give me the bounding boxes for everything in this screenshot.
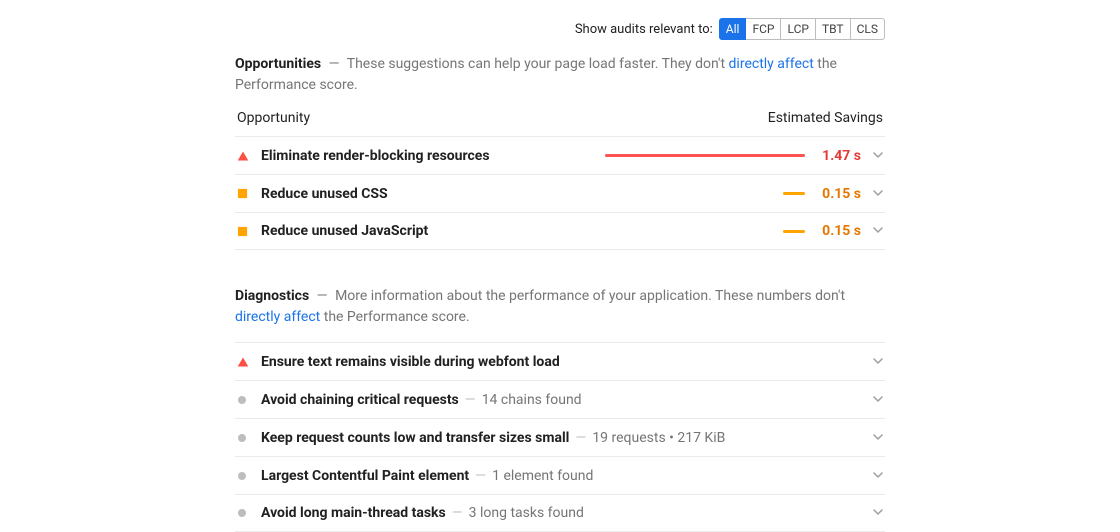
audit-filter-row: Show audits relevant to: All FCP LCP TBT… — [235, 18, 885, 40]
square-orange-icon — [237, 226, 261, 237]
filter-pill-lcp[interactable]: LCP — [781, 18, 815, 40]
circle-grey-icon — [237, 508, 261, 518]
diagnostic-row[interactable]: Avoid long main-thread tasks — 3 long ta… — [235, 494, 885, 532]
triangle-red-icon — [237, 356, 261, 368]
dash: — — [329, 56, 340, 72]
opportunities-header: Opportunities — These suggestions can he… — [235, 54, 885, 96]
chevron-down-icon[interactable] — [863, 392, 883, 408]
col-opportunity: Opportunity — [237, 110, 310, 126]
savings-value: 0.15 s — [813, 223, 861, 239]
diagnostic-row[interactable]: Ensure text remains visible during webfo… — [235, 342, 885, 380]
filter-pills: All FCP LCP TBT CLS — [719, 18, 885, 40]
diagnostic-detail: 1 element found — [492, 468, 593, 484]
opportunity-title: Reduce unused CSS — [261, 186, 388, 202]
opportunities-desc-pre: These suggestions can help your page loa… — [347, 56, 729, 72]
opportunity-row[interactable]: Eliminate render-blocking resources 1.47… — [235, 136, 885, 174]
chevron-down-icon[interactable] — [863, 186, 883, 202]
chevron-down-icon[interactable] — [863, 430, 883, 446]
diagnostic-row[interactable]: Avoid chaining critical requests — 14 ch… — [235, 380, 885, 418]
opportunity-row[interactable]: Reduce unused CSS 0.15 s — [235, 174, 885, 212]
diagnostic-title: Avoid long main-thread tasks — [261, 505, 446, 521]
diagnostic-title: Keep request counts low and transfer siz… — [261, 430, 569, 446]
savings-bar — [605, 192, 805, 195]
diagnostic-title: Avoid chaining critical requests — [261, 392, 459, 408]
savings-value: 1.47 s — [813, 148, 861, 164]
diagnostics-desc-pre: More information about the performance o… — [335, 288, 845, 304]
filter-pill-fcp[interactable]: FCP — [746, 18, 781, 40]
savings-bar — [605, 230, 805, 233]
diagnostics-desc-link[interactable]: directly affect — [235, 309, 320, 325]
opportunities-desc-link[interactable]: directly affect — [729, 56, 814, 72]
diagnostics-header: Diagnostics — More information about the… — [235, 286, 885, 328]
chevron-down-icon[interactable] — [863, 223, 883, 239]
diagnostics-desc-post: the Performance score. — [320, 309, 469, 325]
opportunities-title: Opportunities — [235, 56, 321, 72]
col-savings: Estimated Savings — [768, 110, 883, 126]
chevron-down-icon[interactable] — [863, 468, 883, 484]
dash: — — [317, 288, 328, 304]
filter-label: Show audits relevant to: — [575, 22, 713, 37]
diagnostic-detail: 14 chains found — [482, 392, 582, 408]
opportunity-title: Eliminate render-blocking resources — [261, 148, 490, 164]
filter-pill-cls[interactable]: CLS — [851, 18, 885, 40]
chevron-down-icon[interactable] — [863, 505, 883, 521]
savings-value: 0.15 s — [813, 186, 861, 202]
opportunity-row[interactable]: Reduce unused JavaScript 0.15 s — [235, 212, 885, 250]
circle-grey-icon — [237, 471, 261, 481]
opportunity-title: Reduce unused JavaScript — [261, 223, 428, 239]
chevron-down-icon[interactable] — [863, 148, 883, 164]
square-orange-icon — [237, 188, 261, 199]
diagnostic-detail: 19 requests • 217 KiB — [592, 430, 725, 446]
diagnostic-row[interactable]: Keep request counts low and transfer siz… — [235, 418, 885, 456]
triangle-red-icon — [237, 150, 261, 162]
savings-bar — [605, 154, 805, 157]
diagnostic-row[interactable]: Largest Contentful Paint element — 1 ele… — [235, 456, 885, 494]
diagnostic-title: Largest Contentful Paint element — [261, 468, 469, 484]
circle-grey-icon — [237, 433, 261, 443]
diagnostic-detail: 3 long tasks found — [469, 505, 584, 521]
chevron-down-icon[interactable] — [863, 354, 883, 370]
circle-grey-icon — [237, 395, 261, 405]
filter-pill-all[interactable]: All — [719, 18, 747, 40]
opportunities-columns: Opportunity Estimated Savings — [235, 110, 885, 126]
diagnostics-title: Diagnostics — [235, 288, 309, 304]
filter-pill-tbt[interactable]: TBT — [816, 18, 851, 40]
diagnostic-title: Ensure text remains visible during webfo… — [261, 354, 560, 370]
